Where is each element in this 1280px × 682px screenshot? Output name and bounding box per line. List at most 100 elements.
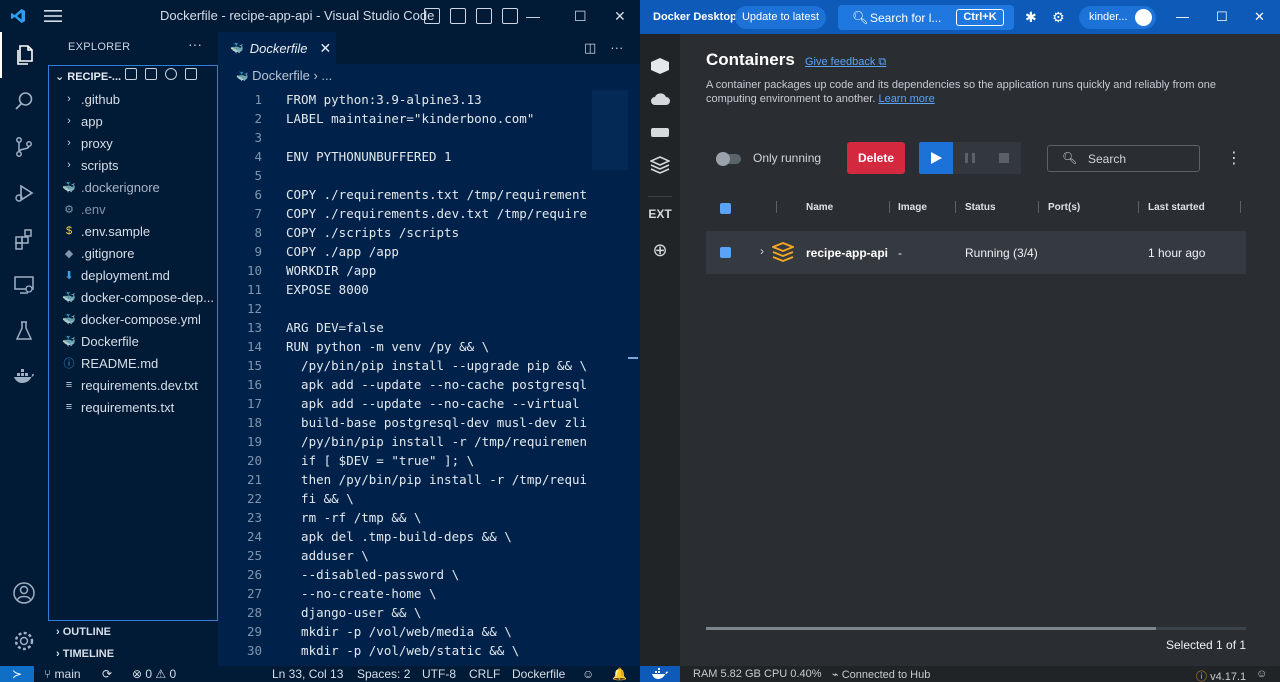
feedback-icon[interactable]: ☺	[582, 667, 594, 681]
workspace-root[interactable]: ⌄ RECIPE-...	[55, 70, 121, 83]
add-extension-icon[interactable]: ⊕	[648, 240, 672, 260]
maximize-icon[interactable]: ☐	[574, 8, 587, 25]
column-header-ports[interactable]: Port(s)	[1048, 202, 1080, 213]
give-feedback-link[interactable]: Give feedback ⧉	[805, 56, 886, 69]
collapse-all-icon[interactable]	[185, 68, 197, 80]
column-header-last-started[interactable]: Last started	[1148, 202, 1205, 213]
troubleshoot-bug-icon[interactable]: ✱	[1025, 9, 1037, 26]
column-header-status[interactable]: Status	[965, 202, 996, 213]
tree-item[interactable]: 🐳 docker-compose.yml	[61, 308, 201, 330]
version-indicator[interactable]: ⓘ v4.17.1	[1196, 668, 1246, 682]
expand-chevron-icon[interactable]: ›	[760, 244, 764, 258]
select-all-checkbox[interactable]	[720, 203, 731, 214]
row-checkbox[interactable]	[720, 247, 731, 258]
explorer-more-icon[interactable]: ···	[188, 36, 202, 52]
tree-item[interactable]: 🐳 Dockerfile	[61, 330, 139, 352]
tab-close-icon[interactable]: ✕	[320, 40, 332, 57]
toggle-primary-sidebar-icon[interactable]	[424, 8, 440, 24]
line-endings[interactable]: CRLF	[469, 667, 500, 681]
tree-item[interactable]: › app	[61, 110, 103, 132]
new-file-icon[interactable]	[125, 68, 137, 80]
horizontal-scrollbar[interactable]	[706, 627, 1246, 630]
toggle-secondary-sidebar-icon[interactable]	[476, 8, 492, 24]
toggle-panel-icon[interactable]	[450, 8, 466, 24]
more-actions-icon[interactable]: ···	[610, 40, 623, 56]
update-button[interactable]: Update to latest	[735, 6, 826, 29]
dev-environments-icon[interactable]	[648, 155, 672, 175]
hamburger-menu-icon[interactable]	[44, 9, 62, 23]
containers-nav-icon[interactable]	[648, 56, 672, 76]
tree-item[interactable]: ⚙ .env	[61, 198, 106, 220]
explorer-actions	[125, 68, 197, 80]
container-name[interactable]: recipe-app-api	[806, 246, 888, 260]
more-options-icon[interactable]: ⋮	[1226, 148, 1242, 168]
layout-controls	[424, 8, 518, 24]
container-image: -	[898, 246, 902, 260]
start-button[interactable]	[919, 142, 953, 174]
accounts-icon[interactable]	[0, 570, 48, 616]
split-editor-icon[interactable]: ◫	[584, 40, 596, 56]
table-row[interactable]: › recipe-app-api - Running (3/4) 1 hour …	[706, 231, 1246, 274]
minimize-icon[interactable]: —	[1176, 9, 1189, 24]
explorer-icon[interactable]	[0, 32, 48, 78]
source-control-icon[interactable]	[0, 124, 48, 170]
encoding[interactable]: UTF-8	[422, 667, 456, 681]
tab-dockerfile[interactable]: 🐳 Dockerfile ✕	[218, 32, 336, 64]
tree-item[interactable]: ⓘ README.md	[61, 352, 159, 374]
global-search-label: Search for l...	[870, 11, 942, 25]
problems-indicator[interactable]: ⊗ 0 ⚠ 0	[132, 667, 176, 681]
tree-item[interactable]: 🐳 .dockerignore	[61, 176, 160, 198]
testing-icon[interactable]	[0, 308, 48, 354]
column-header-image[interactable]: Image	[898, 202, 927, 213]
timeline-section[interactable]: › TIMELINE	[56, 648, 114, 660]
docker-whale-icon[interactable]	[640, 666, 680, 682]
refresh-icon[interactable]	[165, 68, 177, 80]
extensions-label[interactable]: EXT	[648, 204, 672, 224]
settings-gear-icon[interactable]: ⚙	[1052, 9, 1065, 26]
volumes-icon[interactable]	[648, 122, 672, 142]
tree-item[interactable]: ≡ requirements.dev.txt	[61, 374, 198, 396]
remote-indicator-icon[interactable]: ≻	[0, 666, 34, 682]
column-header-name[interactable]: Name	[806, 202, 833, 213]
tree-item[interactable]: $ .env.sample	[61, 220, 150, 242]
minimize-icon[interactable]: —	[526, 8, 540, 24]
language-mode[interactable]: Dockerfile	[512, 667, 565, 681]
file-type-icon: ⓘ	[63, 358, 75, 370]
close-icon[interactable]: ✕	[1254, 9, 1265, 25]
feedback-icon[interactable]: ☺	[1256, 668, 1267, 680]
customize-layout-icon[interactable]	[502, 8, 518, 24]
cursor-position[interactable]: Ln 33, Col 13	[272, 667, 343, 681]
new-folder-icon[interactable]	[145, 68, 157, 80]
maximize-icon[interactable]: ☐	[1216, 9, 1228, 25]
learn-more-link[interactable]: Learn more	[878, 93, 934, 105]
manage-gear-icon[interactable]	[0, 618, 48, 664]
only-running-toggle[interactable]	[716, 152, 741, 166]
pause-button[interactable]	[953, 142, 987, 174]
tree-item[interactable]: ◆ .gitignore	[61, 242, 135, 264]
minimap[interactable]	[592, 90, 628, 170]
search-icon[interactable]	[0, 78, 48, 124]
tree-item[interactable]: ≡ requirements.txt	[61, 396, 174, 418]
run-debug-icon[interactable]	[0, 170, 48, 216]
images-cloud-icon[interactable]	[648, 89, 672, 109]
tree-item[interactable]: › .github	[61, 88, 120, 110]
tree-item[interactable]: 🐳 docker-compose-dep...	[61, 286, 214, 308]
sync-icon[interactable]: ⟳	[102, 667, 112, 681]
remote-explorer-icon[interactable]	[0, 262, 48, 308]
branch-indicator[interactable]: ⑂ main	[44, 667, 81, 681]
indentation[interactable]: Spaces: 2	[357, 667, 410, 681]
notifications-bell-icon[interactable]: 🔔	[612, 667, 627, 681]
stop-button[interactable]	[987, 142, 1021, 174]
tree-item[interactable]: ⬇ deployment.md	[61, 264, 170, 286]
breadcrumb[interactable]: 🐳 Dockerfile › ...	[236, 68, 332, 83]
global-search-button[interactable]: 🔍︎ Search for l... Ctrl+K	[838, 5, 1014, 30]
tree-item[interactable]: › scripts	[61, 154, 118, 176]
docker-icon[interactable]	[0, 354, 48, 400]
close-icon[interactable]: ✕	[614, 8, 626, 25]
extensions-icon[interactable]	[0, 216, 48, 262]
account-button[interactable]: kinder...	[1079, 6, 1156, 29]
outline-section[interactable]: › OUTLINE	[56, 626, 111, 638]
container-search-input[interactable]: 🔍︎ Search	[1047, 145, 1200, 172]
delete-button[interactable]: Delete	[847, 142, 905, 174]
tree-item[interactable]: › proxy	[61, 132, 113, 154]
